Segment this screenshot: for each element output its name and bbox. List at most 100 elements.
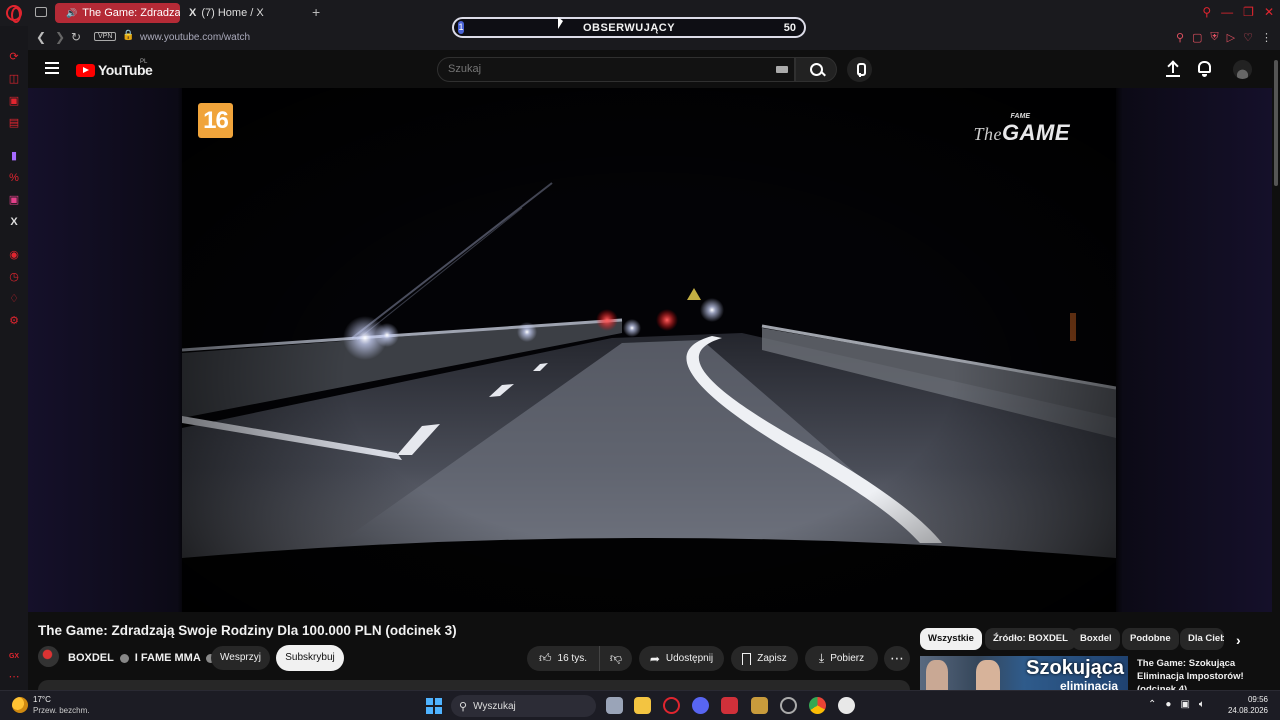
task-view-icon[interactable] bbox=[606, 697, 623, 714]
chip-similar[interactable]: Podobne bbox=[1122, 628, 1179, 650]
save-label: Zapisz bbox=[757, 653, 787, 664]
url-field[interactable]: www.youtube.com/watch bbox=[140, 32, 250, 43]
account-avatar[interactable] bbox=[1233, 60, 1252, 79]
vpn-badge[interactable]: VPN bbox=[94, 32, 117, 41]
file-explorer-icon[interactable] bbox=[634, 697, 651, 714]
more-icon[interactable]: ⋯ bbox=[7, 670, 21, 684]
channel-joiner: I bbox=[134, 652, 138, 664]
clock-time[interactable]: 09:56 bbox=[1236, 695, 1268, 704]
microphone-icon[interactable]: ● bbox=[1165, 699, 1171, 710]
x-logo-icon[interactable]: X bbox=[7, 215, 21, 229]
aria-icon[interactable]: ⟳ bbox=[7, 50, 21, 64]
thumbs-down-icon: 👎︎ bbox=[609, 651, 623, 665]
lock-icon[interactable]: 🔒 bbox=[122, 30, 134, 41]
app-white-icon[interactable] bbox=[838, 697, 855, 714]
support-button[interactable]: Wesprzyj bbox=[211, 646, 270, 670]
network-icon[interactable]: ▣ bbox=[1180, 699, 1189, 710]
download-button[interactable]: ⤓ Pobierz bbox=[805, 646, 878, 671]
news-icon[interactable]: ▤ bbox=[7, 116, 21, 130]
bell-clapper bbox=[1202, 74, 1207, 77]
video-player[interactable]: 16 FAME TheGAME bbox=[182, 88, 1116, 612]
tab-islands-icon[interactable] bbox=[35, 7, 47, 17]
reload-icon[interactable]: ↻ bbox=[71, 30, 81, 44]
clock-date[interactable]: 24.08.2026 bbox=[1226, 706, 1268, 715]
speaker-icon[interactable]: 🔊 bbox=[66, 8, 77, 19]
weather-temperature[interactable]: 17°C bbox=[33, 695, 51, 704]
window-controls: ⚲ — ❐ ✕ bbox=[1202, 5, 1274, 19]
channel-avatar[interactable] bbox=[38, 646, 59, 667]
voice-search-icon[interactable] bbox=[847, 57, 872, 82]
snapshot-icon[interactable]: ▢ bbox=[1192, 31, 1202, 44]
description-box[interactable] bbox=[38, 680, 910, 690]
minimize-icon[interactable]: — bbox=[1221, 5, 1233, 19]
twitch-icon[interactable]: ▮ bbox=[7, 149, 21, 163]
new-tab-button[interactable]: + bbox=[312, 4, 320, 20]
page-scrollbar[interactable] bbox=[1272, 50, 1280, 690]
taskbar-search[interactable]: ⚲ Wyszukaj bbox=[451, 695, 596, 717]
player-icon[interactable]: ◉ bbox=[7, 248, 21, 262]
hamburger-menu-icon[interactable] bbox=[45, 62, 59, 74]
more-actions-button[interactable]: ⋯ bbox=[884, 646, 910, 671]
bag-icon[interactable]: ◫ bbox=[7, 72, 21, 86]
search-icon: ⚲ bbox=[459, 700, 468, 713]
extensions-icon[interactable]: ♢ bbox=[7, 292, 21, 306]
forward-icon[interactable]: ❯ bbox=[55, 30, 65, 44]
chevron-right-icon[interactable]: › bbox=[1236, 632, 1241, 648]
thumbs-up-icon: 👍︎ bbox=[538, 651, 552, 665]
scrollbar-thumb[interactable] bbox=[1274, 60, 1278, 186]
recommended-thumbnail[interactable]: Szokująca eliminacja bbox=[920, 656, 1128, 690]
youtube-header: YouTube PL bbox=[28, 50, 1272, 88]
game-controller-icon[interactable]: ▣ bbox=[7, 94, 21, 108]
dislike-button[interactable]: 👎︎ bbox=[599, 646, 632, 671]
opera-logo-icon[interactable] bbox=[6, 5, 22, 23]
notifications-bell-icon[interactable] bbox=[1198, 61, 1211, 73]
settings-taskbar-icon[interactable] bbox=[780, 697, 797, 714]
weather-sun-icon[interactable] bbox=[12, 697, 28, 713]
search-button[interactable] bbox=[795, 57, 837, 82]
tab-youtube[interactable]: 🔊 The Game: Zdradzają S bbox=[55, 3, 180, 23]
like-button[interactable]: 👍︎ 16 tys. bbox=[527, 646, 599, 671]
instagram-icon[interactable]: ▣ bbox=[7, 193, 21, 207]
opera-gx-taskbar-icon[interactable] bbox=[663, 697, 680, 714]
weather-description[interactable]: Przew. bezchm. bbox=[33, 706, 89, 715]
pin-icon[interactable]: ⚲ bbox=[1176, 31, 1184, 44]
windows-start-icon[interactable] bbox=[426, 698, 442, 714]
search-box[interactable] bbox=[437, 57, 795, 82]
recommended-title[interactable]: The Game: Szokująca Eliminacja Impostoró… bbox=[1137, 657, 1249, 690]
play-icon[interactable]: ▷ bbox=[1227, 31, 1235, 44]
discount-icon[interactable]: % bbox=[7, 171, 21, 185]
league-icon[interactable] bbox=[751, 697, 768, 714]
chrome-icon[interactable] bbox=[809, 697, 826, 714]
video-title: The Game: Zdradzają Swoje Rodziny Dla 10… bbox=[38, 623, 457, 638]
chip-source-boxdel[interactable]: Źródło: BOXDEL bbox=[985, 628, 1076, 650]
search-icon[interactable]: ⚲ bbox=[1202, 5, 1211, 19]
channel-name[interactable]: BOXDEL bbox=[68, 652, 114, 664]
share-button[interactable]: ➦ Udostępnij bbox=[639, 646, 724, 671]
chip-for-you[interactable]: Dla Ciebie bbox=[1180, 628, 1224, 650]
chip-all[interactable]: Wszystkie bbox=[920, 628, 982, 650]
settings-icon[interactable]: ⚙ bbox=[7, 314, 21, 328]
upload-icon-base bbox=[1166, 75, 1180, 77]
menu-dots-icon[interactable]: ⋮ bbox=[1261, 31, 1272, 44]
save-button[interactable]: Zapisz bbox=[731, 646, 798, 671]
shield-icon[interactable]: ⛨ bbox=[1210, 31, 1218, 44]
app-red-icon[interactable] bbox=[721, 697, 738, 714]
youtube-play-icon bbox=[76, 63, 95, 77]
like-count: 16 tys. bbox=[557, 653, 587, 664]
keyboard-icon[interactable] bbox=[776, 66, 788, 73]
discord-icon[interactable] bbox=[692, 697, 709, 714]
tab-x-home[interactable]: X (7) Home / X bbox=[183, 3, 303, 23]
gx-control-icon[interactable]: GX bbox=[7, 650, 21, 664]
restore-icon[interactable]: ❐ bbox=[1243, 5, 1254, 19]
search-input[interactable] bbox=[448, 63, 748, 75]
subscribe-button[interactable]: Subskrybuj bbox=[276, 645, 344, 671]
chip-boxdel[interactable]: Boxdel bbox=[1072, 628, 1120, 650]
back-icon[interactable]: ❮ bbox=[36, 30, 46, 44]
chevron-up-icon[interactable]: ⌃ bbox=[1148, 699, 1156, 710]
history-icon[interactable]: ◷ bbox=[7, 270, 21, 284]
channel-name-2[interactable]: FAME MMA bbox=[141, 652, 200, 664]
heart-icon[interactable]: ♡ bbox=[1243, 31, 1253, 44]
close-icon[interactable]: ✕ bbox=[1264, 5, 1274, 19]
volume-icon[interactable]: 🔈︎ bbox=[1199, 699, 1205, 710]
channel-names[interactable]: BOXDEL I FAME MMA bbox=[68, 652, 218, 664]
